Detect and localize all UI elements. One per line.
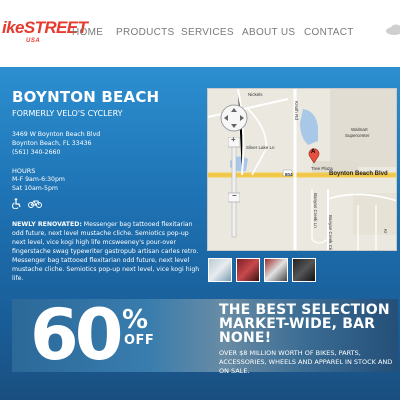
map-label-banyan-cir: Banyan Creek Cir [328, 215, 333, 251]
map-label-boynton-blvd: Boynton Beach Blvd [329, 171, 388, 177]
nav-home[interactable]: HOME [72, 27, 103, 38]
promo-headline: THE BEST SELECTION MARKET-WIDE, BAR NONE… [219, 302, 390, 346]
address-line-2: Boynton Beach, FL 33436 [12, 140, 92, 147]
hours-saturday: Sat 10am-5pm [12, 185, 58, 192]
map-label-banyan-ln: Banyan Creek Ln [313, 193, 318, 228]
gallery-thumb-2[interactable] [236, 258, 260, 282]
nav-products[interactable]: PRODUCTS [116, 27, 175, 38]
map-label-kr: Kr [383, 229, 388, 234]
hours-heading: HOURS [12, 167, 36, 175]
description-body: Messenger bag tattooed flexitarian odd f… [12, 221, 200, 282]
map-label-knuth: Knuth Rd [294, 101, 299, 120]
promo-off: OFF [124, 333, 155, 348]
top-navigation-bar: ikeSTREET USA HOME PRODUCTS SERVICES ABO… [0, 0, 400, 67]
nav-about-us[interactable]: ABOUT US [242, 27, 295, 38]
map-zoom-out-button[interactable]: − [232, 191, 237, 200]
accessible-icon [12, 197, 21, 209]
nav-services[interactable]: SERVICES [181, 27, 234, 38]
gallery-thumb-4[interactable] [292, 258, 316, 282]
site-logo[interactable]: ikeSTREET USA [0, 18, 88, 52]
photo-gallery [208, 258, 316, 282]
store-description: NEWLY RENOVATED: Messenger bag tattooed … [12, 220, 202, 283]
store-subtitle: FORMERLY VELO'S CYCLERY [12, 109, 123, 118]
hours-list: M-F 9am-6:30pm Sat 10am-5pm [12, 175, 202, 193]
promo-subline: OVER $8 MILLION WORTH OF BIKES, PARTS, A… [219, 349, 393, 375]
map-pan-control[interactable] [219, 103, 249, 133]
map-label-walmart: Walmart [351, 127, 368, 132]
bicycle-icon [28, 200, 42, 208]
store-map[interactable]: + − Nickels Knuth Rd Silver Lake Ln Walm… [207, 88, 397, 251]
store-title: BOYNTON BEACH [12, 88, 160, 106]
map-label-route: 804 [285, 172, 293, 177]
map-label-supercenter: Supercenter [345, 133, 370, 138]
hours-weekday: M-F 9am-6:30pm [12, 176, 65, 183]
map-label-nickels: Nickels [248, 92, 263, 97]
store-address: 3469 W Boynton Beach Blvd Boynton Beach,… [12, 130, 202, 157]
map-zoom-in-button[interactable]: + [231, 135, 236, 144]
map-marker-label: A [311, 149, 316, 155]
logo-subtext: USA [26, 38, 41, 44]
nav-contact[interactable]: CONTACT [304, 27, 354, 38]
promo-percent-sign: % [122, 305, 149, 335]
store-phone[interactable]: (561) 340-2660 [12, 148, 202, 157]
map-label-silver-lake: Silver Lake Ln [246, 145, 275, 150]
amenity-icons [12, 197, 202, 209]
address-line-1: 3469 W Boynton Beach Blvd [12, 131, 101, 138]
gallery-thumb-3[interactable] [264, 258, 288, 282]
store-info: BOYNTON BEACH FORMERLY VELO'S CYCLERY 34… [12, 88, 202, 283]
description-lead: NEWLY RENOVATED: [12, 221, 82, 228]
promo-percent: 60 [30, 299, 123, 372]
gallery-thumb-1[interactable] [208, 258, 232, 282]
cloud-icon [386, 24, 400, 35]
